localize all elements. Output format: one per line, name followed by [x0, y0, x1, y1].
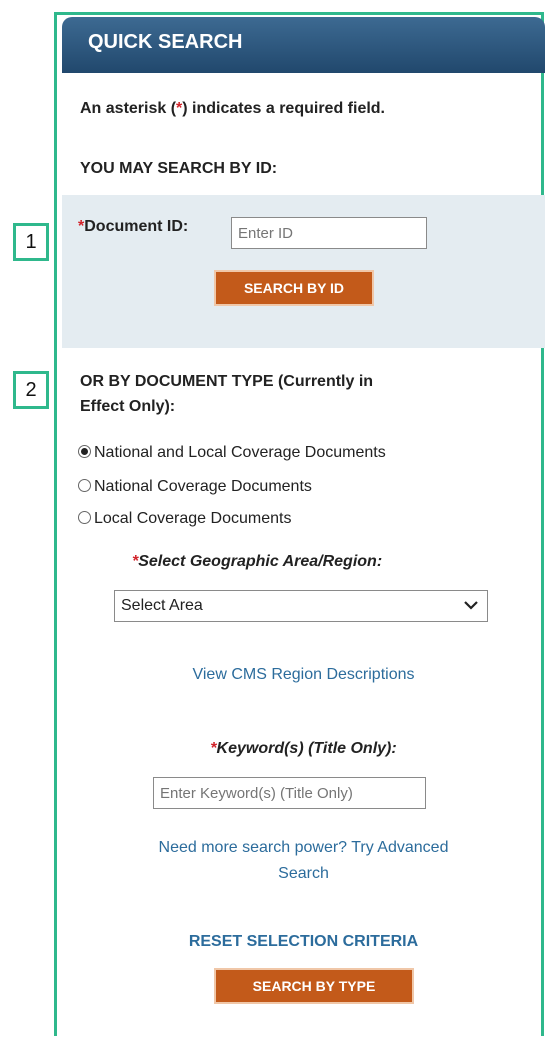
callout-1: 1	[13, 223, 49, 261]
keyword-input[interactable]	[153, 777, 426, 809]
region-select[interactable]: Select Area	[114, 590, 488, 622]
search-by-id-heading: YOU MAY SEARCH BY ID:	[80, 160, 278, 177]
radio-label: National Coverage Documents	[94, 478, 312, 495]
panel-title: QUICK SEARCH	[88, 31, 243, 53]
required-field-note: An asterisk (*) indicates a required fie…	[80, 100, 385, 118]
radio-selected-icon[interactable]	[78, 445, 91, 458]
document-id-label: *Document ID:	[78, 218, 188, 236]
callout-2: 2	[13, 371, 49, 409]
chevron-down-icon[interactable]	[463, 594, 479, 624]
advanced-search-link-line2[interactable]: Search	[62, 865, 545, 883]
region-select-value: Select Area	[121, 597, 203, 614]
keyword-label: *Keyword(s) (Title Only):	[62, 740, 545, 758]
advanced-search-link-line1[interactable]: Need more search power? Try Advanced	[62, 839, 545, 857]
radio-unselected-icon[interactable]	[78, 511, 91, 524]
radio-national[interactable]: National Coverage Documents	[78, 478, 312, 496]
region-label: *Select Geographic Area/Region:	[132, 553, 382, 571]
document-type-heading-line1: OR BY DOCUMENT TYPE (Currently in	[80, 373, 374, 390]
radio-label: Local Coverage Documents	[94, 510, 292, 527]
radio-unselected-icon[interactable]	[78, 479, 91, 492]
radio-label: National and Local Coverage Documents	[94, 444, 386, 461]
search-by-id-button[interactable]: SEARCH BY ID	[214, 270, 374, 306]
region-label-text: Select Geographic Area/Region:	[138, 553, 383, 570]
panel-header: QUICK SEARCH	[62, 17, 545, 73]
document-id-input[interactable]	[231, 217, 427, 249]
radio-local[interactable]: Local Coverage Documents	[78, 510, 291, 528]
document-id-label-text: Document ID:	[84, 218, 189, 235]
note-text-post: ) indicates a required field.	[182, 100, 385, 117]
view-cms-region-descriptions-link[interactable]: View CMS Region Descriptions	[62, 666, 545, 684]
radio-national-and-local[interactable]: National and Local Coverage Documents	[78, 444, 386, 462]
reset-selection-criteria-link[interactable]: RESET SELECTION CRITERIA	[62, 933, 545, 951]
search-by-type-button[interactable]: SEARCH BY TYPE	[214, 968, 414, 1004]
note-text-pre: An asterisk (	[80, 100, 177, 117]
document-type-heading-line2: Effect Only):	[80, 398, 176, 415]
keyword-label-text: Keyword(s) (Title Only):	[216, 740, 397, 757]
